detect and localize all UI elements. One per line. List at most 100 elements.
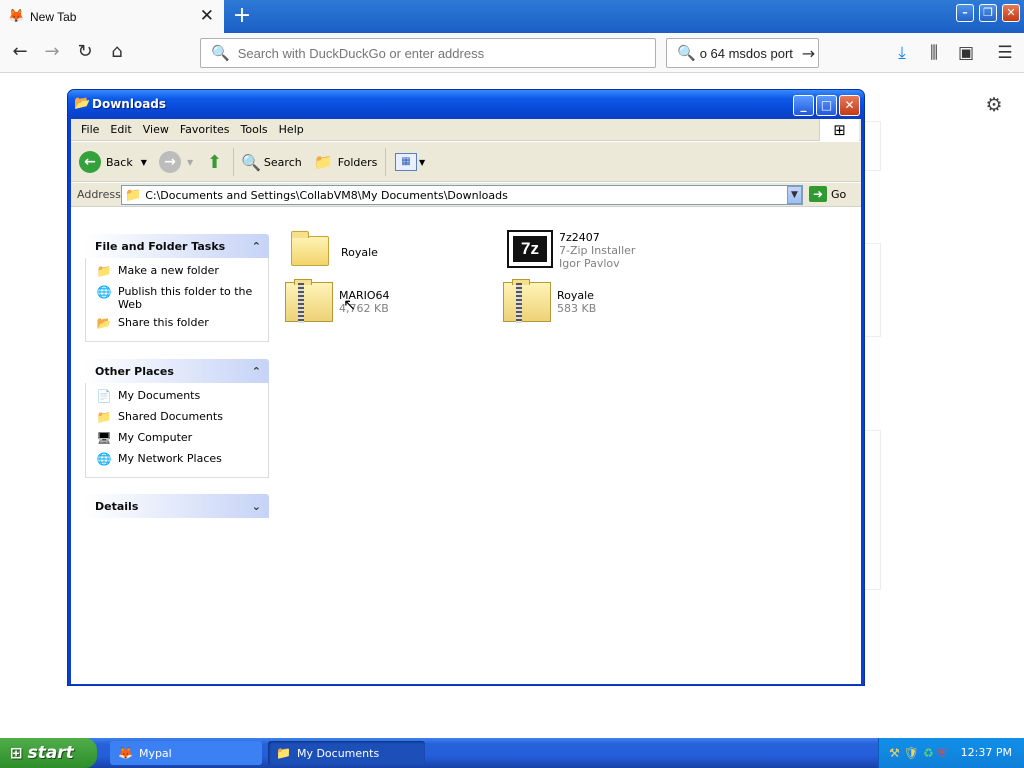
forward-arrow-icon[interactable]: →	[40, 40, 64, 64]
tray-update-icon[interactable]: ♻	[923, 746, 934, 760]
place-shared-documents[interactable]: 📁 Shared Documents	[96, 410, 260, 426]
reload-icon[interactable]: ↻	[73, 40, 97, 64]
menu-edit[interactable]: Edit	[110, 123, 131, 136]
taskbar: ⊞ start 🦊 Mypal 📁 My Documents ⚒ 🛡 ♻ ⛨ 1…	[0, 738, 1024, 768]
panel-title: Other Places	[95, 364, 174, 378]
file-item-royale-folder[interactable]: Royale	[287, 230, 378, 274]
collapse-chevron-icon[interactable]: ⌃	[252, 240, 261, 253]
panel-header[interactable]: Other Places ⌃	[85, 359, 269, 383]
folders-label: Folders	[337, 155, 378, 169]
file-publisher: Igor Pavlov	[559, 256, 620, 270]
file-item-mario64-zip[interactable]: MARIO64 4,762 KB	[285, 279, 390, 324]
task-label: Make a new folder	[118, 264, 219, 277]
place-my-documents[interactable]: 📄 My Documents	[96, 389, 260, 405]
search-bar[interactable]: 🔍 o 64 msdos port →	[666, 38, 819, 68]
file-item-7z2407[interactable]: 7z 7z2407 7-Zip Installer Igor Pavlov	[505, 228, 635, 272]
views-icon: ▦	[395, 153, 417, 171]
search-button[interactable]: 🔍 Search	[241, 150, 302, 174]
panel-title: Details	[95, 499, 139, 513]
panel-header[interactable]: Details ⌄	[85, 494, 269, 518]
search-go-arrow-icon[interactable]: →	[802, 44, 815, 63]
taskbar-button-mypal[interactable]: 🦊 Mypal	[110, 741, 262, 765]
place-my-computer[interactable]: 🖥 My Computer	[96, 431, 260, 447]
task-make-new-folder[interactable]: 📁 Make a new folder	[96, 264, 260, 280]
go-button[interactable]: ➜ Go	[809, 186, 846, 202]
sidebar-icon[interactable]: ▣	[954, 41, 978, 65]
file-item-royale-zip[interactable]: Royale 583 KB	[503, 279, 597, 324]
window-client: File Edit View Favorites Tools Help ⊞ ← …	[71, 119, 861, 684]
network-icon: 🌐	[96, 452, 112, 466]
system-tray: ⚒ 🛡 ♻ ⛨ 12:37 PM	[878, 738, 1024, 768]
other-places-panel: Other Places ⌃ 📄 My Documents 📁 Shared D…	[85, 359, 269, 478]
collapse-chevron-icon[interactable]: ⌃	[252, 365, 261, 378]
explorer-window: 📂 Downloads _ □ ✕ File Edit View Favorit…	[67, 89, 865, 686]
details-panel: Details ⌄	[85, 494, 269, 518]
address-path[interactable]: C:\Documents and Settings\CollabVM8\My D…	[145, 189, 508, 202]
zip-folder-icon	[285, 279, 335, 324]
start-button[interactable]: ⊞ start	[0, 738, 97, 768]
maximize-button[interactable]: □	[816, 95, 837, 116]
tray-alert-icon[interactable]: ⛨	[938, 746, 947, 761]
close-window-button[interactable]: ✕	[1002, 4, 1020, 22]
menu-file[interactable]: File	[81, 123, 99, 136]
security-shield-icon[interactable]: 🛡	[904, 746, 919, 760]
seven-zip-icon: 7z	[505, 228, 555, 272]
chevron-down-icon: ▼	[419, 157, 426, 167]
address-label: Address	[77, 188, 121, 201]
menu-icon[interactable]: ☰	[993, 41, 1017, 65]
task-publish-web[interactable]: 🌐 Publish this folder to the Web	[96, 285, 260, 311]
new-folder-icon: 📁	[96, 264, 112, 278]
expand-chevron-icon[interactable]: ⌄	[252, 500, 261, 513]
library-icon[interactable]: ⫼	[922, 41, 946, 65]
chevron-down-icon[interactable]: ▼	[187, 158, 193, 167]
menu-bar: File Edit View Favorites Tools Help ⊞	[71, 119, 861, 141]
minimize-button[interactable]: _	[793, 95, 814, 116]
url-input[interactable]	[237, 45, 638, 61]
back-button[interactable]: ← Back ▼	[79, 150, 147, 174]
back-arrow-icon[interactable]: ←	[8, 40, 32, 64]
address-dropdown-button[interactable]: ▼	[787, 186, 802, 204]
minimize-button[interactable]: –	[956, 4, 974, 22]
close-tab-icon[interactable]: ✕	[200, 7, 214, 25]
mouse-cursor-icon: ↖	[343, 295, 357, 314]
menu-help[interactable]: Help	[279, 123, 304, 136]
downloads-icon[interactable]: ⤓	[890, 41, 914, 65]
separator	[385, 148, 386, 176]
place-label: My Computer	[118, 431, 193, 444]
panel-header[interactable]: File and Folder Tasks ⌃	[85, 234, 269, 258]
start-label: start	[27, 743, 74, 763]
home-icon[interactable]: ⌂	[105, 40, 129, 64]
back-arrow-icon: ←	[79, 151, 101, 173]
tab-new-tab[interactable]: 🦊 New Tab ✕	[0, 0, 224, 33]
chevron-down-icon[interactable]: ▼	[141, 158, 147, 167]
menu-favorites[interactable]: Favorites	[180, 123, 230, 136]
tray-network-icon[interactable]: ⚒	[889, 746, 900, 760]
taskbar-button-my-documents[interactable]: 📁 My Documents	[268, 741, 425, 765]
up-folder-icon[interactable]: ⬆	[207, 150, 222, 174]
views-button[interactable]: ▦ ▼	[395, 150, 425, 174]
forward-button[interactable]: → ▼	[159, 150, 193, 174]
close-button[interactable]: ✕	[839, 95, 860, 116]
my-documents-icon: 📄	[96, 389, 112, 403]
address-field[interactable]: 📁 C:\Documents and Settings\CollabVM8\My…	[121, 185, 803, 205]
place-label: My Network Places	[118, 452, 222, 465]
place-my-network[interactable]: 🌐 My Network Places	[96, 452, 260, 468]
menu-tools[interactable]: Tools	[241, 123, 268, 136]
gear-icon[interactable]: ⚙	[982, 94, 1006, 116]
menu-view[interactable]: View	[143, 123, 169, 136]
toolbar: ← Back ▼ → ▼ ⬆ 🔍 Search 📁 Folders ▦ ▼	[71, 142, 861, 182]
search-icon: 🔍	[677, 44, 696, 62]
search-value[interactable]: o 64 msdos port	[700, 46, 800, 61]
folders-button[interactable]: 📁 Folders	[314, 150, 377, 174]
computer-icon: 🖥	[96, 431, 112, 445]
folder-icon	[287, 230, 337, 274]
file-size: 583 KB	[557, 302, 597, 315]
place-label: Shared Documents	[118, 410, 223, 423]
restore-button[interactable]: ❐	[979, 4, 997, 22]
file-name: Royale	[341, 245, 378, 259]
url-bar[interactable]: 🔍	[200, 38, 656, 68]
new-tab-button[interactable]: +	[232, 4, 252, 28]
title-bar[interactable]: 📂 Downloads _ □ ✕	[68, 90, 864, 118]
task-share-folder[interactable]: 📂 Share this folder	[96, 316, 260, 332]
share-folder-icon: 📂	[96, 316, 112, 330]
